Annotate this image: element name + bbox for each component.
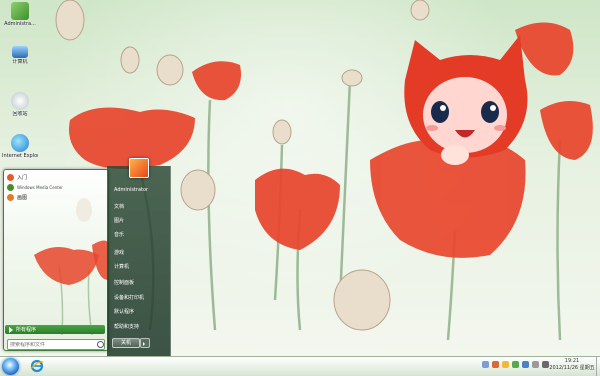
paint-icon	[7, 194, 14, 201]
devices-printers-link[interactable]: 设备和打印机	[114, 294, 144, 301]
media-center-icon	[7, 184, 14, 191]
desktop-icon-label: 计算机	[12, 59, 28, 65]
tray-icon[interactable]	[522, 361, 529, 368]
internet-explorer-icon[interactable]	[30, 359, 44, 373]
user-avatar[interactable]	[129, 158, 149, 178]
all-programs-button[interactable]: 所有程序	[5, 325, 105, 334]
start-search-input[interactable]	[8, 341, 96, 348]
taskbar: 19:21 2012/11/26 星期五	[0, 356, 600, 376]
desktop-icon-label: Internet Explorer	[2, 153, 38, 159]
windows-start-orb-icon[interactable]	[2, 358, 19, 375]
clock-time: 19:21	[564, 358, 580, 364]
music-link[interactable]: 音乐	[114, 231, 124, 238]
start-pinned-item[interactable]: 画图	[7, 193, 27, 202]
pinned-label: 入门	[17, 175, 28, 181]
user-folder-icon	[11, 2, 29, 20]
desktop-icon-label: 回收站	[12, 111, 28, 117]
desktop-icon-internet-explorer[interactable]: Internet Explorer	[2, 134, 38, 159]
computer-icon	[12, 46, 28, 58]
start-pinned-item[interactable]: 入门	[7, 173, 27, 182]
show-desktop-button[interactable]	[596, 357, 600, 376]
tray-icon[interactable]	[502, 361, 509, 368]
recycle-bin-icon	[11, 92, 29, 110]
games-link[interactable]: 游戏	[114, 249, 124, 256]
computer-link[interactable]: 计算机	[114, 263, 129, 270]
tray-icon[interactable]	[492, 361, 499, 368]
tray-icon[interactable]	[512, 361, 519, 368]
all-programs-label: 所有程序	[16, 327, 37, 333]
desktop-icon-label: Administra...	[4, 21, 36, 27]
pictures-link[interactable]: 图片	[114, 217, 124, 224]
desktop-icon-recycle-bin[interactable]: 回收站	[2, 92, 38, 117]
documents-link[interactable]: 文档	[114, 203, 124, 210]
start-menu-places-pane: Administrator 文档 图片 音乐 游戏 计算机 控制面板 设备和打印…	[107, 158, 171, 356]
pinned-label: Windows Media Center	[17, 185, 63, 190]
pinned-label: 画图	[17, 195, 28, 201]
internet-explorer-icon	[11, 134, 29, 152]
default-programs-link[interactable]: 默认程序	[114, 308, 134, 315]
shutdown-options-button[interactable]	[140, 338, 150, 348]
desktop-icon-user-folder[interactable]: Administra...	[2, 2, 38, 27]
shutdown-button[interactable]: 关机	[112, 338, 140, 348]
help-support-link[interactable]: 帮助和支持	[114, 323, 139, 330]
desktop-icon-computer[interactable]: 计算机	[2, 46, 38, 65]
start-pinned-item[interactable]: Windows Media Center	[7, 183, 63, 192]
chevron-right-icon	[143, 342, 145, 346]
tray-icon[interactable]	[482, 361, 489, 368]
start-search-box[interactable]	[7, 339, 105, 350]
start-menu-programs-pane: 入门 Windows Media Center 画图 所有程序	[3, 169, 109, 351]
start-menu: 入门 Windows Media Center 画图 所有程序 Administ…	[0, 158, 171, 356]
getting-started-icon	[7, 174, 14, 181]
network-icon[interactable]	[532, 361, 539, 368]
system-tray	[482, 361, 549, 368]
control-panel-link[interactable]: 控制面板	[114, 279, 134, 286]
clock-date: 2012/11/26 星期五	[549, 365, 595, 371]
search-icon[interactable]	[97, 341, 104, 348]
arrow-right-icon	[9, 326, 13, 333]
taskbar-clock[interactable]: 19:21 2012/11/26 星期五	[548, 358, 596, 372]
user-name-link[interactable]: Administrator	[114, 187, 148, 193]
